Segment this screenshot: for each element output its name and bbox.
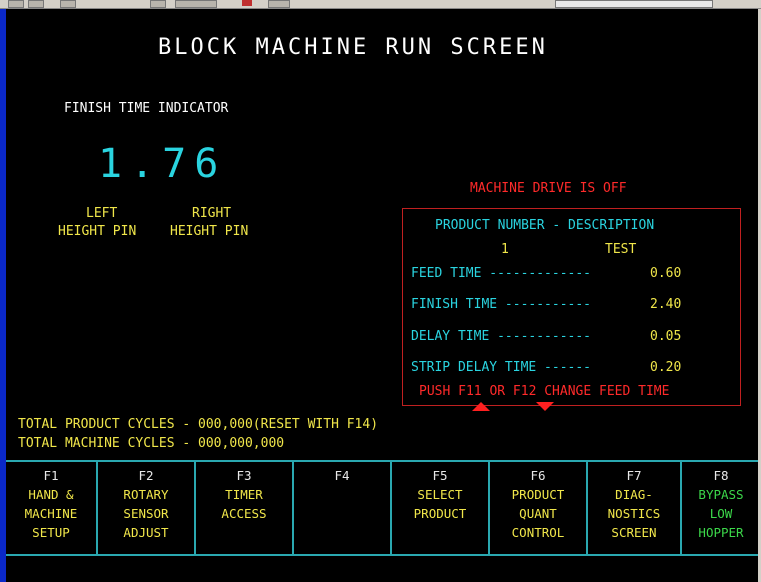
f1-line-1: HAND & (28, 487, 74, 502)
increase-arrow-icon[interactable] (472, 402, 490, 411)
toolbar-button[interactable] (60, 0, 76, 8)
f8-key[interactable]: F8 BYPASS LOW HOPPER (680, 462, 760, 554)
f2-key[interactable]: F2 ROTARY SENSOR ADJUST (96, 462, 194, 554)
product-number: 1 (501, 242, 509, 257)
toolbar-button[interactable] (175, 0, 217, 8)
machine-drive-status: MACHINE DRIVE IS OFF (470, 181, 627, 196)
toolbar-button[interactable] (28, 0, 44, 8)
f1-key-label: F1 (43, 468, 59, 483)
delay-time-value[interactable]: 0.05 (650, 329, 681, 344)
f6-key-label: F6 (530, 468, 546, 483)
f8-line-2: LOW (709, 506, 733, 521)
hmi-screen: BLOCK MACHINE RUN SCREEN FINISH TIME IND… (6, 9, 758, 582)
f3-key-label: F3 (236, 468, 252, 483)
finish-time-value: 1.76 (98, 141, 227, 187)
f6-line-3: CONTROL (511, 525, 565, 540)
strip-delay-time-label: STRIP DELAY TIME ------ (411, 360, 592, 375)
f6-line-1: PRODUCT (511, 487, 565, 502)
right-height-pin-label-2: HEIGHT PIN (170, 224, 249, 239)
left-height-pin-label-1: LEFT (86, 206, 118, 221)
f1-key[interactable]: F1 HAND & MACHINE SETUP (6, 462, 96, 554)
feed-time-hint: PUSH F11 OR F12 CHANGE FEED TIME (419, 384, 670, 399)
f4-key[interactable]: F4 (292, 462, 390, 554)
toolbar-button[interactable] (8, 0, 24, 8)
f3-line-1: TIMER (225, 487, 263, 502)
f6-line-2: QUANT (519, 506, 557, 521)
toolbar-button[interactable] (150, 0, 166, 8)
total-product-cycles: TOTAL PRODUCT CYCLES - 000,000(RESET WIT… (18, 417, 379, 432)
finish-time-label: FINISH TIME INDICATOR (64, 101, 229, 116)
f2-key-label: F2 (138, 468, 154, 483)
strip-delay-time-value[interactable]: 0.20 (650, 360, 681, 375)
product-panel-header: PRODUCT NUMBER - DESCRIPTION (435, 218, 655, 233)
f7-line-3: SCREEN (611, 525, 657, 540)
f7-line-1: DIAG- (615, 487, 653, 502)
f6-key[interactable]: F6 PRODUCT QUANT CONTROL (488, 462, 586, 554)
f2-line-3: ADJUST (123, 525, 169, 540)
delay-time-label: DELAY TIME ------------ (411, 329, 592, 344)
window-toolbar (0, 0, 761, 9)
feed-time-label: FEED TIME ------------- (411, 266, 592, 281)
f3-key[interactable]: F3 TIMER ACCESS (194, 462, 292, 554)
finish-time-value-row[interactable]: 2.40 (650, 297, 681, 312)
toolbar-field[interactable] (555, 0, 713, 8)
f7-key[interactable]: F7 DIAG- NOSTICS SCREEN (586, 462, 680, 554)
f1-line-2: MACHINE (24, 506, 78, 521)
toolbar-stop-icon[interactable] (242, 0, 252, 6)
f2-line-2: SENSOR (123, 506, 169, 521)
total-machine-cycles: TOTAL MACHINE CYCLES - 000,000,000 (18, 436, 285, 451)
f5-line-1: SELECT (417, 487, 463, 502)
toolbar-button[interactable] (268, 0, 290, 8)
screen-title: BLOCK MACHINE RUN SCREEN (158, 35, 548, 60)
f7-line-2: NOSTICS (607, 506, 661, 521)
feed-time-value[interactable]: 0.60 (650, 266, 681, 281)
decrease-arrow-icon[interactable] (536, 402, 554, 411)
product-panel: PRODUCT NUMBER - DESCRIPTION 1 TEST FEED… (402, 208, 741, 406)
f8-key-label: F8 (713, 468, 729, 483)
f5-key-label: F5 (432, 468, 448, 483)
f7-key-label: F7 (626, 468, 642, 483)
f5-key[interactable]: F5 SELECT PRODUCT (390, 462, 488, 554)
f8-line-3: HOPPER (698, 525, 744, 540)
finish-time-label-row: FINISH TIME ----------- (411, 297, 592, 312)
f4-key-label: F4 (334, 468, 350, 483)
f8-line-1: BYPASS (698, 487, 744, 502)
f2-line-1: ROTARY (123, 487, 169, 502)
f3-line-2: ACCESS (221, 506, 267, 521)
f5-line-2: PRODUCT (413, 506, 467, 521)
right-height-pin-label-1: RIGHT (192, 206, 232, 221)
product-description: TEST (605, 242, 637, 257)
f1-line-3: SETUP (32, 525, 70, 540)
function-key-bar: F1 HAND & MACHINE SETUP F2 ROTARY SENSOR… (6, 460, 758, 556)
left-height-pin-label-2: HEIGHT PIN (58, 224, 137, 239)
